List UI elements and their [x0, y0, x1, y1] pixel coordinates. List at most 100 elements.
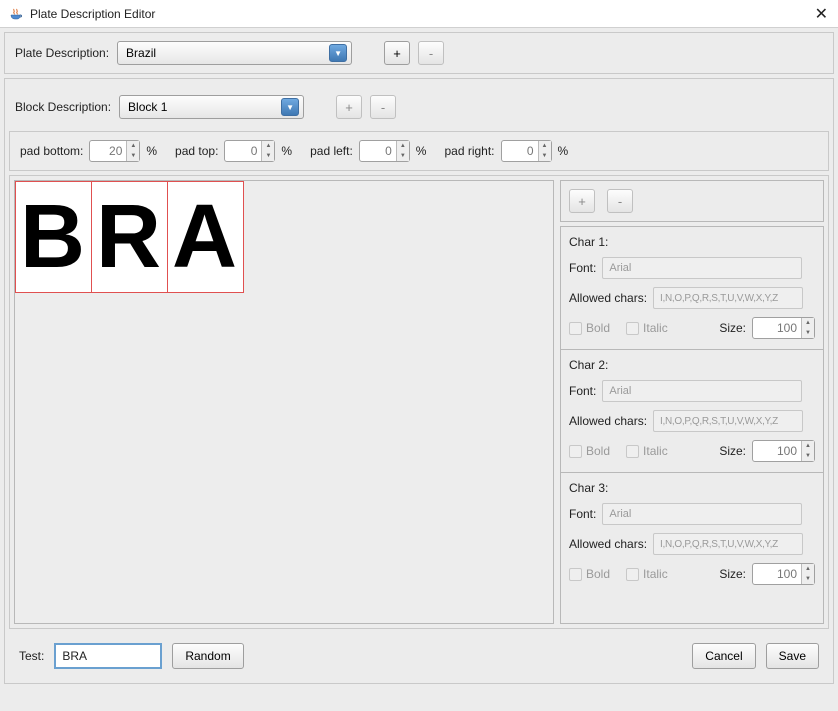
font-label: Font: — [569, 384, 596, 398]
size-input[interactable] — [753, 441, 801, 461]
spin-down-icon[interactable]: ▼ — [802, 574, 814, 584]
spin-up-icon[interactable]: ▲ — [802, 564, 814, 574]
spin-down-icon[interactable]: ▼ — [802, 328, 814, 338]
pad-left-input[interactable] — [360, 141, 396, 161]
allowed-label: Allowed chars: — [569, 414, 647, 428]
pad-unit: % — [146, 144, 157, 158]
checkbox-icon — [626, 568, 639, 581]
pad-unit: % — [281, 144, 292, 158]
char-controls-row: + - — [560, 180, 824, 222]
char-title: Char 3: — [569, 481, 815, 495]
allowed-field[interactable]: I,N,O,P,Q,R,S,T,U,V,W,X,Y,Z — [653, 287, 803, 309]
chevron-down-icon: ▼ — [281, 98, 299, 116]
plate-cell: A — [168, 182, 243, 292]
char-list: Char 1: Font: Arial Allowed chars: I,N,O… — [560, 226, 824, 624]
italic-checkbox[interactable]: Italic — [626, 321, 668, 335]
size-label: Size: — [719, 444, 746, 458]
spin-down-icon[interactable]: ▼ — [539, 151, 551, 161]
font-label: Font: — [569, 261, 596, 275]
test-label: Test: — [19, 649, 44, 663]
bold-checkbox[interactable]: Bold — [569, 567, 610, 581]
test-input[interactable]: BRA — [54, 643, 162, 669]
pad-left-label: pad left: — [310, 144, 353, 158]
spin-up-icon[interactable]: ▲ — [802, 441, 814, 451]
font-field[interactable]: Arial — [602, 380, 802, 402]
italic-label: Italic — [643, 321, 668, 335]
italic-checkbox[interactable]: Italic — [626, 444, 668, 458]
bold-checkbox[interactable]: Bold — [569, 321, 610, 335]
main-panel: B R A + - Char 1: Font: Arial — [9, 175, 829, 629]
allowed-label: Allowed chars: — [569, 537, 647, 551]
block-desc-value: Block 1 — [128, 100, 167, 114]
plate-remove-button[interactable]: - — [418, 41, 444, 65]
allowed-field[interactable]: I,N,O,P,Q,R,S,T,U,V,W,X,Y,Z — [653, 410, 803, 432]
spin-up-icon[interactable]: ▲ — [802, 318, 814, 328]
plate-description-row: Plate Description: Brazil ▼ + - — [4, 32, 834, 74]
size-spinner[interactable]: ▲▼ — [752, 563, 815, 585]
block-desc-select[interactable]: Block 1 ▼ — [119, 95, 304, 119]
char-add-button[interactable]: + — [569, 189, 595, 213]
pad-top-spinner[interactable]: ▲▼ — [224, 140, 275, 162]
size-spinner[interactable]: ▲▼ — [752, 440, 815, 462]
size-input[interactable] — [753, 318, 801, 338]
bold-label: Bold — [586, 444, 610, 458]
checkbox-icon — [626, 322, 639, 335]
allowed-field[interactable]: I,N,O,P,Q,R,S,T,U,V,W,X,Y,Z — [653, 533, 803, 555]
char-title: Char 2: — [569, 358, 815, 372]
char-panel: Char 2: Font: Arial Allowed chars: I,N,O… — [561, 350, 823, 473]
bold-checkbox[interactable]: Bold — [569, 444, 610, 458]
plate-cell: R — [92, 182, 168, 292]
plate-add-button[interactable]: + — [384, 41, 410, 65]
checkbox-icon — [569, 322, 582, 335]
block-description-row: Block Description: Block 1 ▼ + - — [9, 87, 829, 127]
plate-desc-select[interactable]: Brazil ▼ — [117, 41, 352, 65]
bold-label: Bold — [586, 567, 610, 581]
cancel-button[interactable]: Cancel — [692, 643, 755, 669]
pad-left-spinner[interactable]: ▲▼ — [359, 140, 410, 162]
size-label: Size: — [719, 567, 746, 581]
chevron-down-icon: ▼ — [329, 44, 347, 62]
size-spinner[interactable]: ▲▼ — [752, 317, 815, 339]
pad-bottom-spinner[interactable]: ▲▼ — [89, 140, 140, 162]
pad-right-spinner[interactable]: ▲▼ — [501, 140, 552, 162]
pad-unit: % — [558, 144, 569, 158]
char-panel: Char 1: Font: Arial Allowed chars: I,N,O… — [561, 227, 823, 350]
char-panel: Char 3: Font: Arial Allowed chars: I,N,O… — [561, 473, 823, 595]
titlebar: Plate Description Editor ✕ — [0, 0, 838, 28]
block-add-button[interactable]: + — [336, 95, 362, 119]
char-remove-button[interactable]: - — [607, 189, 633, 213]
spin-up-icon[interactable]: ▲ — [262, 141, 274, 151]
checkbox-icon — [569, 445, 582, 458]
close-icon[interactable]: ✕ — [815, 4, 828, 24]
spin-up-icon[interactable]: ▲ — [127, 141, 139, 151]
pad-unit: % — [416, 144, 427, 158]
pad-right-input[interactable] — [502, 141, 538, 161]
spin-down-icon[interactable]: ▼ — [397, 151, 409, 161]
italic-checkbox[interactable]: Italic — [626, 567, 668, 581]
pad-bottom-input[interactable] — [90, 141, 126, 161]
bold-label: Bold — [586, 321, 610, 335]
footer-bar: Test: BRA Random Cancel Save — [9, 633, 829, 679]
spin-down-icon[interactable]: ▼ — [262, 151, 274, 161]
pad-bottom-label: pad bottom: — [20, 144, 83, 158]
plate-desc-value: Brazil — [126, 46, 156, 60]
font-field[interactable]: Arial — [602, 257, 802, 279]
random-button[interactable]: Random — [172, 643, 243, 669]
checkbox-icon — [569, 568, 582, 581]
checkbox-icon — [626, 445, 639, 458]
italic-label: Italic — [643, 567, 668, 581]
size-input[interactable] — [753, 564, 801, 584]
spin-down-icon[interactable]: ▼ — [127, 151, 139, 161]
save-button[interactable]: Save — [766, 643, 819, 669]
block-remove-button[interactable]: - — [370, 95, 396, 119]
padding-row: pad bottom: ▲▼ % pad top: ▲▼ % pad left: — [9, 131, 829, 171]
spin-down-icon[interactable]: ▼ — [802, 451, 814, 461]
pad-right-label: pad right: — [444, 144, 494, 158]
spin-up-icon[interactable]: ▲ — [539, 141, 551, 151]
allowed-label: Allowed chars: — [569, 291, 647, 305]
spin-up-icon[interactable]: ▲ — [397, 141, 409, 151]
font-field[interactable]: Arial — [602, 503, 802, 525]
plate-cell: B — [16, 182, 92, 292]
plate-desc-label: Plate Description: — [15, 46, 109, 60]
pad-top-input[interactable] — [225, 141, 261, 161]
